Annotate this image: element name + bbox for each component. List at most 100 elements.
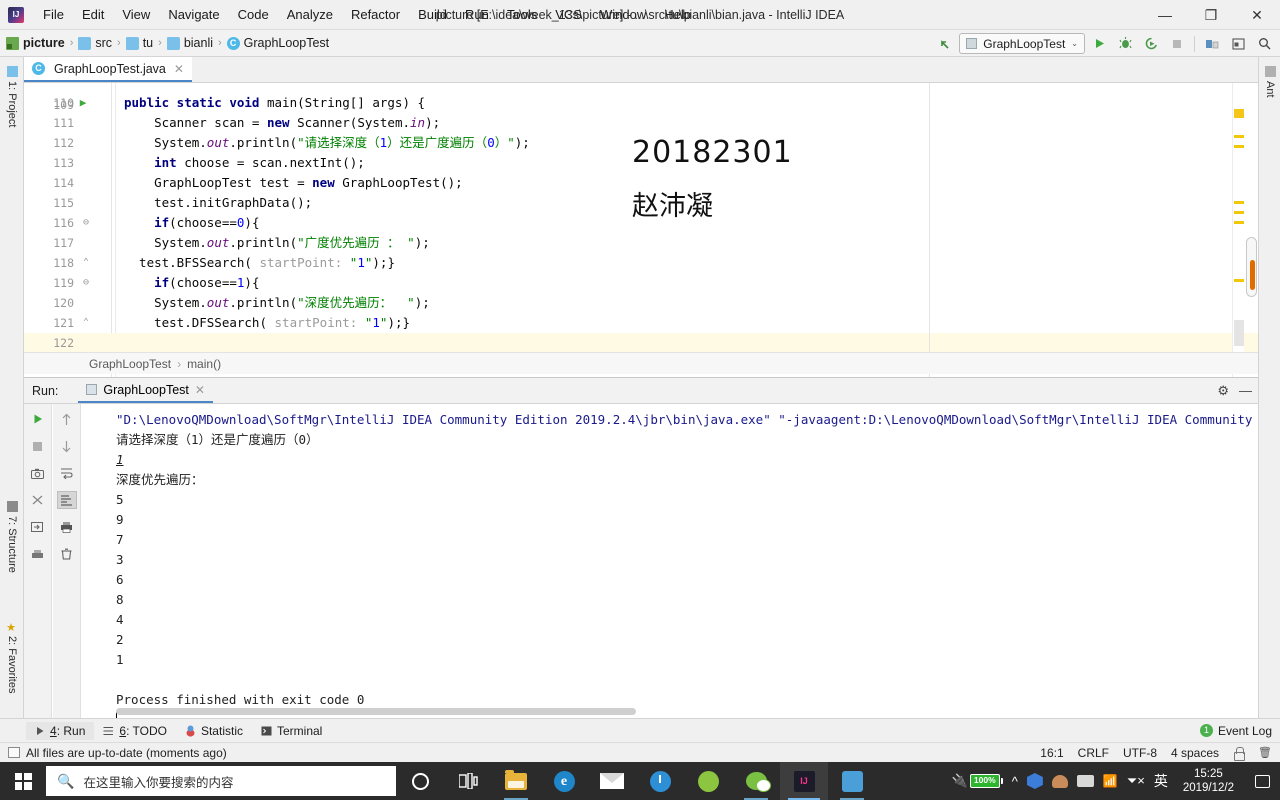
sidebar-item-project[interactable]: 1: Project [0, 61, 24, 132]
soft-wrap-icon[interactable] [57, 464, 77, 482]
breadcrumb-item-tu[interactable]: tu [143, 36, 153, 50]
file-explorer-icon[interactable] [492, 762, 540, 800]
mail-icon[interactable] [588, 762, 636, 800]
close-icon[interactable]: ✕ [195, 383, 205, 397]
code-line[interactable]: 121 ⌃ test.DFSSearch( startPoint: "1");} [24, 313, 1258, 333]
print-icon[interactable] [57, 518, 77, 536]
menu-navigate[interactable]: Navigate [159, 3, 228, 26]
editor-breadcrumb-method[interactable]: main() [187, 357, 221, 371]
code-line[interactable]: 111 Scanner scan = new Scanner(System.in… [24, 113, 1258, 133]
fold-end-icon[interactable]: ⌃ [79, 253, 93, 273]
scroll-up-icon[interactable] [57, 410, 77, 428]
taskbar-search-input[interactable]: 🔍 在这里输入你要搜索的内容 [46, 766, 396, 796]
menu-refactor[interactable]: Refactor [342, 3, 409, 26]
editor-breadcrumb-class[interactable]: GraphLoopTest [89, 357, 171, 371]
battery-indicator[interactable]: 🔌 100% [952, 773, 1003, 789]
virtualbox-icon[interactable] [1026, 773, 1043, 789]
edge-icon[interactable]: e [540, 762, 588, 800]
stripe-marker[interactable] [1234, 135, 1244, 138]
tab-todo[interactable]: 6: TODO [94, 722, 176, 740]
event-log-button[interactable]: 1 Event Log [1199, 724, 1272, 738]
menu-file[interactable]: File [34, 3, 73, 26]
menu-view[interactable]: View [113, 3, 159, 26]
lock-icon[interactable] [1233, 746, 1246, 761]
rerun-button[interactable] [28, 410, 48, 428]
breadcrumb-item-project[interactable]: picture [23, 36, 65, 50]
close-button[interactable]: ✕ [1234, 0, 1280, 30]
menu-code[interactable]: Code [229, 3, 278, 26]
close-icon[interactable]: ✕ [174, 62, 184, 76]
clock-app-icon[interactable] [636, 762, 684, 800]
task-view-icon[interactable] [444, 762, 492, 800]
gear-icon[interactable]: ⚙ [1217, 383, 1229, 399]
fold-collapse-icon[interactable]: ⊖ [79, 273, 93, 293]
code-line[interactable]: 120 System.out.println("深度优先遍历： "); [24, 293, 1258, 313]
stripe-marker[interactable] [1234, 211, 1244, 214]
file-encoding[interactable]: UTF-8 [1123, 746, 1157, 760]
export-icon[interactable] [28, 518, 48, 536]
code-line[interactable]: 122 [24, 333, 1258, 353]
camera-icon[interactable] [28, 464, 48, 482]
action-center-icon[interactable] [1255, 774, 1270, 788]
code-line[interactable]: 119 ⊖ if(choose==1){ [24, 273, 1258, 293]
stripe-marker[interactable] [1234, 279, 1244, 282]
run-gutter-icon[interactable]: ▶ [76, 93, 90, 113]
maximize-button[interactable]: ❐ [1188, 0, 1234, 30]
stripe-marker[interactable] [1234, 221, 1244, 224]
tab-run[interactable]: 4: Run [26, 721, 95, 740]
run-configuration-selector[interactable]: GraphLoopTest ⌄ [959, 33, 1085, 54]
fold-collapse-icon[interactable]: ⊖ [79, 213, 93, 233]
intellij-idea-icon[interactable] [780, 762, 828, 800]
code-editor[interactable]: 109 110 ▶ public static void main(String[]… [24, 83, 1258, 377]
breadcrumb-item-src[interactable]: src [95, 36, 112, 50]
android-studio-icon[interactable] [684, 762, 732, 800]
start-button[interactable] [0, 762, 46, 800]
run-button[interactable] [1087, 32, 1111, 56]
breadcrumb-item-class[interactable]: GraphLoopTest [244, 36, 329, 50]
code-line[interactable]: 110 ▶ public static void main(String[] arg… [24, 93, 1258, 113]
editor-scrollbar[interactable] [1246, 237, 1257, 297]
stripe-marker[interactable] [1234, 109, 1244, 118]
run-with-coverage-button[interactable] [1139, 32, 1163, 56]
minimize-button[interactable]: — [1142, 0, 1188, 30]
back-arrow-icon[interactable] [933, 32, 957, 56]
stripe-marker[interactable] [1234, 320, 1244, 346]
code-line[interactable]: 118 ⌃ test.BFSSearch( startPoint: "1");} [24, 253, 1258, 273]
build-project-icon[interactable] [1200, 32, 1224, 56]
taskbar-clock[interactable]: 15:25 2019/12/2 [1177, 767, 1240, 795]
print-console-icon[interactable] [28, 545, 48, 563]
trash-icon[interactable]: 🗑 [1258, 746, 1272, 759]
show-hidden-icons-chevron[interactable]: ^ [1012, 774, 1018, 789]
search-everywhere-icon[interactable] [1252, 32, 1276, 56]
error-stripe[interactable] [1232, 83, 1244, 377]
editor-scrollbar-thumb[interactable] [1250, 260, 1255, 290]
language-indicator[interactable]: 英 [1154, 771, 1168, 791]
wifi-icon[interactable]: 📶 [1103, 774, 1118, 788]
stripe-marker[interactable] [1234, 145, 1244, 148]
caret-position[interactable]: 16:1 [1040, 746, 1063, 760]
usb-device-icon[interactable] [1076, 775, 1094, 787]
indent-setting[interactable]: 4 spaces [1171, 746, 1219, 760]
wechat-icon[interactable] [732, 762, 780, 800]
debug-button[interactable] [1113, 32, 1137, 56]
code-line[interactable]: 117 System.out.println("广度优先遍历 ： "); [24, 233, 1258, 253]
console-horizontal-scrollbar[interactable] [116, 708, 636, 715]
volume-muted-icon[interactable]: ⏷× [1127, 773, 1145, 789]
scroll-to-end-icon[interactable] [56, 491, 77, 509]
select-opened-file-icon[interactable] [1226, 32, 1250, 56]
clear-all-icon[interactable] [57, 545, 77, 563]
thread-dump-icon[interactable] [28, 491, 48, 509]
editor-tab-graphlooptest[interactable]: GraphLoopTest.java ✕ [24, 57, 192, 82]
console-output[interactable]: "D:\LenovoQMDownload\SoftMgr\IntelliJ ID… [82, 404, 1258, 719]
stop-button[interactable] [1165, 32, 1189, 56]
line-separator[interactable]: CRLF [1078, 746, 1109, 760]
tab-statistic[interactable]: Statistic [176, 722, 252, 740]
menu-edit[interactable]: Edit [73, 3, 113, 26]
sidebar-item-ant[interactable]: Ant [1259, 61, 1280, 103]
run-tab-graphlooptest[interactable]: GraphLoopTest ✕ [78, 378, 213, 403]
stop-button[interactable] [28, 437, 48, 455]
menu-analyze[interactable]: Analyze [278, 3, 342, 26]
minimize-icon[interactable]: — [1239, 383, 1252, 398]
scroll-down-icon[interactable] [57, 437, 77, 455]
sidebar-item-favorites[interactable]: ★ 2: Favorites [0, 616, 24, 698]
